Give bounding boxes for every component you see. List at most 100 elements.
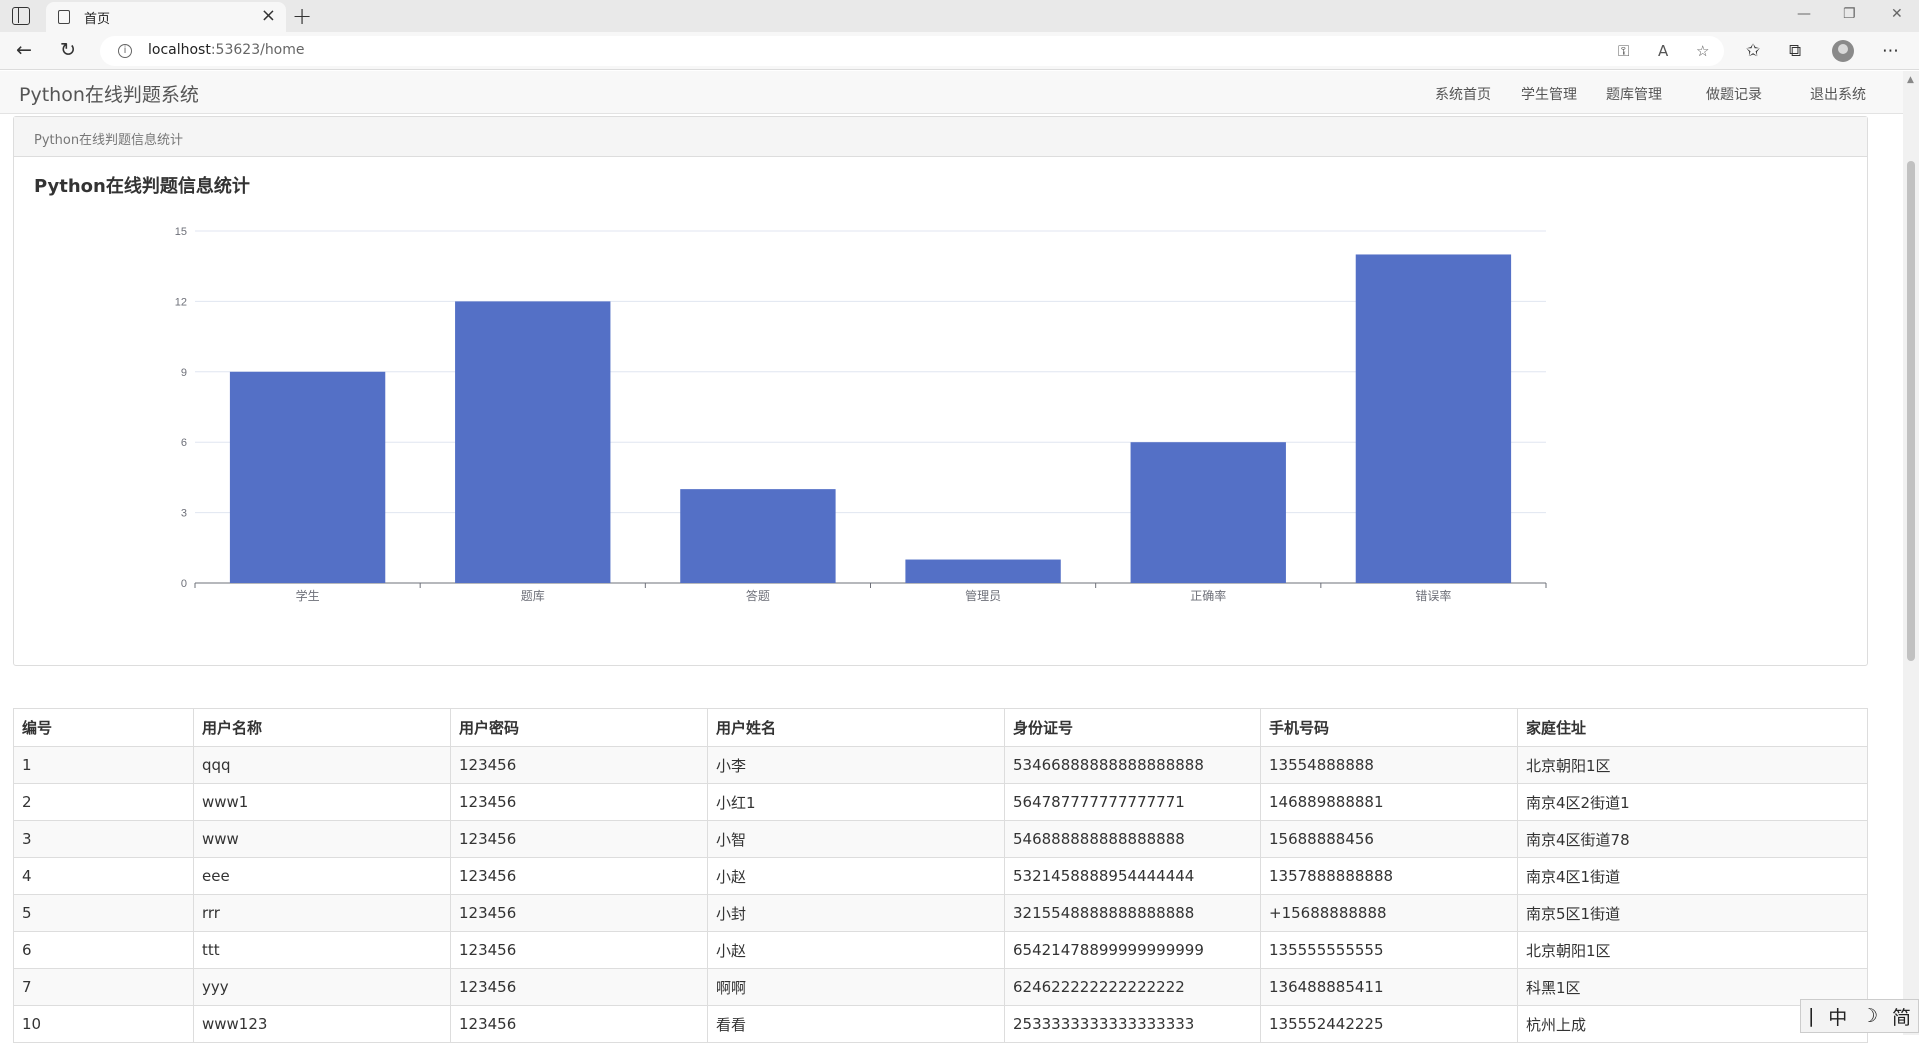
refresh-icon[interactable]: ↻ [60,40,76,60]
add-favorite-icon[interactable]: ☆ [1696,42,1709,60]
table-cell: 546888888888888888 [1004,820,1261,858]
table-row: 4 eee 123456 小赵 5321458888954444444 135788888… [13,857,1868,895]
table-cell: 小赵 [707,931,1005,969]
y-tick-label: 0 [181,578,187,590]
bar [1355,254,1512,583]
table-row: 1 qqq 123456 小李 53466888888888888888 13554888… [13,746,1868,784]
new-tab-icon[interactable]: + [292,2,312,30]
col-id: 编号 [13,708,194,747]
y-tick-label: 12 [175,296,187,308]
favorites-icon[interactable]: ✩ [1746,41,1760,61]
menu-question-bank[interactable]: 题库管理 [1606,84,1662,104]
table-row: 10 www123 123456 看看 2533333333333333333 13555… [13,1005,1868,1043]
table-cell: 3 [13,820,194,858]
read-aloud-icon[interactable]: A [1658,42,1668,60]
table-row: 2 www1 123456 小红1 564787777777777771 14688988… [13,783,1868,821]
bar-chart: 0 3 6 9 12 15 学生 题库 答题 管理员 正确率 错误率 [175,226,1547,603]
table-row: 3 www 123456 小智 546888888888888888 1568888845… [13,820,1868,858]
table-cell: 5321458888954444444 [1004,857,1261,895]
table-cell: 135555555555 [1260,931,1518,969]
moon-icon[interactable]: ☽ [1861,1005,1878,1027]
table-cell: 南京4区2街道1 [1517,783,1868,821]
table-cell: 123456 [450,1005,708,1043]
col-username: 用户名称 [193,708,451,747]
table-cell: 136488885411 [1260,968,1518,1006]
table-row: 7 yyy 123456 啊啊 624622222222222222 1364888854… [13,968,1868,1006]
minimize-icon[interactable]: — [1797,6,1811,22]
table-cell: 小红1 [707,783,1005,821]
table-cell: yyy [193,968,451,1006]
back-icon[interactable]: ← [16,40,32,60]
table-cell: 小赵 [707,857,1005,895]
table-cell: www123 [193,1005,451,1043]
table-cell: 135552442225 [1260,1005,1518,1043]
ime-mode-toggle[interactable]: 中 [1828,1003,1847,1030]
table-cell: 123456 [450,746,708,784]
bar [905,559,1061,583]
table-cell: 624622222222222222 [1004,968,1261,1006]
collections-icon[interactable]: ⧉ [1789,41,1801,61]
table-cell: 1357888888888 [1260,857,1518,895]
x-category-label: 错误率 [1415,588,1451,603]
table-cell: +15688888888 [1260,894,1518,932]
close-window-icon[interactable]: ✕ [1891,6,1903,22]
table-cell: 小李 [707,746,1005,784]
table-cell: qqq [193,746,451,784]
address-toolbar: ← ↻ i localhost:53623/home ⚿ A ☆ ✩ ⧉ ⋯ [0,32,1919,70]
bar [1130,442,1286,583]
app-brand[interactable]: Python在线判题系统 [19,80,199,107]
col-password: 用户密码 [450,708,708,747]
x-category-label: 学生 [296,588,320,603]
close-tab-icon[interactable]: × [261,7,276,25]
page-icon [58,10,70,24]
x-category-label: 正确率 [1190,588,1226,603]
app-navbar: Python在线判题系统 系统首页 学生管理 题库管理 做题记录 退出系统 [0,71,1903,114]
profile-avatar[interactable] [1832,40,1854,62]
page-scrollbar[interactable]: ▲ [1903,71,1919,1035]
y-tick-label: 6 [181,437,187,449]
more-options-icon[interactable]: ⋯ [1882,41,1899,61]
scroll-up-icon[interactable]: ▲ [1907,75,1914,85]
table-row: 6 ttt 123456 小赵 65421478899999999999 13555555… [13,931,1868,969]
table-cell: rrr [193,894,451,932]
key-icon[interactable]: ⚿ [1618,42,1629,60]
y-tick-label: 9 [181,367,187,379]
table-cell: 564787777777777771 [1004,783,1261,821]
x-category-label: 答题 [746,588,770,603]
table-cell: 南京4区1街道 [1517,857,1868,895]
table-cell: 10 [13,1005,194,1043]
tab-actions-icon[interactable] [12,7,30,25]
users-table: 编号 用户名称 用户密码 用户姓名 身份证号 手机号码 家庭住址 1 qqq 123… [13,708,1868,1043]
y-tick-label: 3 [181,508,187,520]
info-icon[interactable]: i [118,44,132,58]
x-category-label: 管理员 [965,588,1001,603]
browser-tab[interactable]: 首页 × [46,2,286,32]
table-cell: 65421478899999999999 [1004,931,1261,969]
table-cell: 123456 [450,931,708,969]
table-cell: 2 [13,783,194,821]
menu-student-management[interactable]: 学生管理 [1521,84,1577,104]
ime-script-toggle[interactable]: 简 [1892,1003,1911,1030]
table-cell: eee [193,857,451,895]
menu-logout[interactable]: 退出系统 [1810,84,1866,104]
restore-icon[interactable]: ❐ [1843,6,1856,22]
bar [229,371,386,583]
menu-home[interactable]: 系统首页 [1435,84,1491,104]
table-header-row: 编号 用户名称 用户密码 用户姓名 身份证号 手机号码 家庭住址 [13,708,1868,747]
table-cell: 15688888456 [1260,820,1518,858]
scroll-thumb[interactable] [1907,161,1915,661]
menu-answer-records[interactable]: 做题记录 [1706,84,1762,104]
ime-cursor: | [1807,1005,1815,1027]
table-cell: www1 [193,783,451,821]
url-text[interactable]: localhost:53623/home [148,42,305,58]
table-row: 5 rrr 123456 小封 3215548888888888888 +15688888… [13,894,1868,932]
table-cell: 146889888881 [1260,783,1518,821]
table-cell: 6 [13,931,194,969]
table-cell: 北京朝阳1区 [1517,746,1868,784]
y-tick-label: 15 [175,226,187,238]
address-bar[interactable]: i localhost:53623/home ⚿ A ☆ [100,36,1724,66]
statistics-panel: Python在线判题信息统计 Python在线判题信息统计 0 3 6 9 12 15 学生… [13,116,1868,666]
table-cell: 123456 [450,894,708,932]
col-id-number: 身份证号 [1004,708,1261,747]
ime-toolbar[interactable]: | 中 ☽ 简 [1800,999,1919,1033]
